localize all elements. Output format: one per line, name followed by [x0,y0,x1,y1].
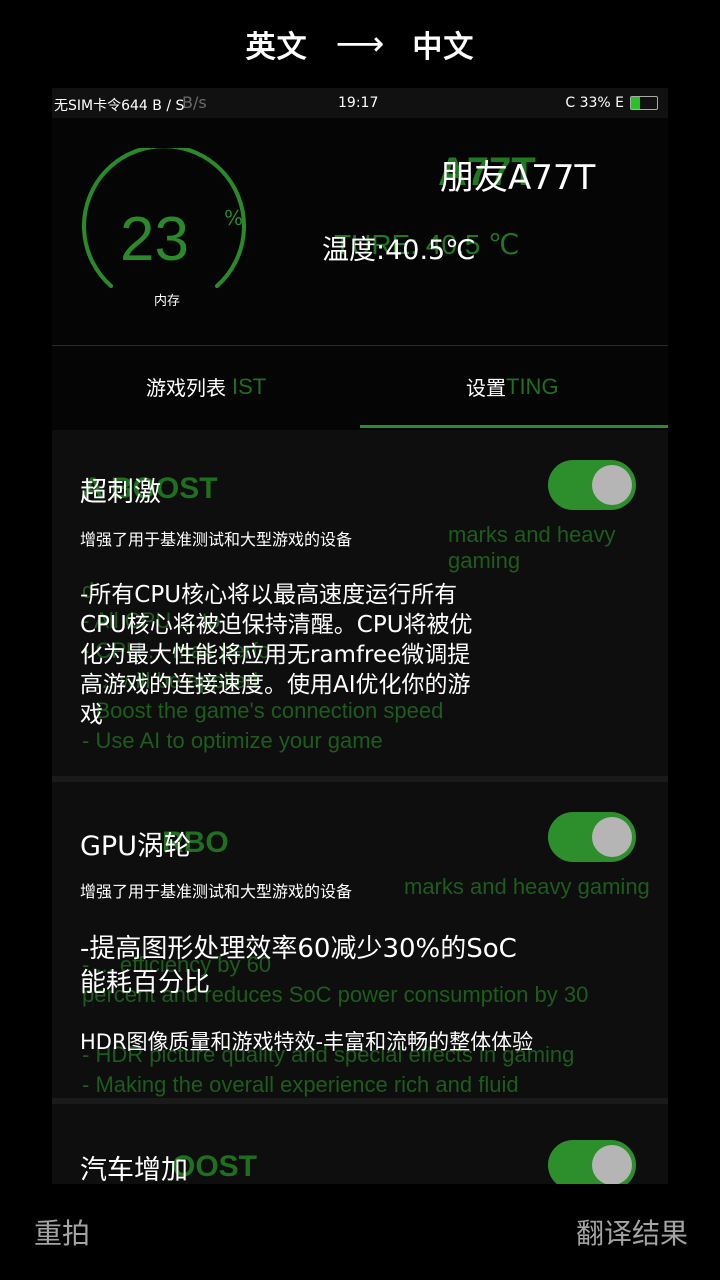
status-ghost-speed: B/s [182,93,207,112]
toggle-knob [592,465,632,505]
tab-settings[interactable]: TING 设置 [360,346,668,428]
setting-card-auto-boost: OOST 汽车增加 [52,1104,668,1184]
card-subtitle: 增强了用于基准测试和大型游戏的设备 [80,882,353,901]
toggle-knob [592,817,632,857]
setting-card-gpu-turbo: RBO GPU涡轮 marks and heavy gaming 增强了用于基准… [52,782,668,1104]
ultra-boost-toggle[interactable] [548,460,636,510]
status-bar: B/s 无SIM卡令644 B / S 19:17 C 33% E [52,88,668,118]
tab-ghost-text: IST [232,374,267,399]
captured-screen: B/s 无SIM卡令644 B / S 19:17 C 33% E 23 % 内… [52,88,668,1184]
memory-percent-value: 23 [120,205,189,274]
status-time: 19:17 [338,95,379,111]
card-subtitle: 增强了用于基准测试和大型游戏的设备 [80,530,353,549]
gpu-turbo-toggle[interactable] [548,812,636,862]
tab-label: 设置 [466,376,506,400]
card-title: 超刺激 [80,477,161,508]
tab-label: 游戏列表 [146,376,226,400]
setting-card-ultra-boost: A BOOST 超刺激 marks and heavy gaming 增强了用于… [52,430,668,782]
card-title: 汽车增加 [80,1155,188,1184]
device-name: 朋友A77T [440,158,596,198]
tab-ghost-text: TING [506,374,559,399]
memory-gauge: 23 % 内存 [76,144,252,309]
card-ghost-subtitle: marks and heavy gaming [404,874,650,899]
status-battery-text: C 33% E [565,95,624,111]
target-language[interactable]: 中文 [412,22,474,66]
status-carrier-speed: 无SIM卡令644 B / S [54,98,185,114]
translation-header: 英文 ⟶ 中文 [0,0,720,88]
translation-result-button[interactable]: 翻译结果 [576,1212,688,1252]
card-ghost-subtitle: marks and heavy gaming [448,522,616,573]
retake-button[interactable]: 重拍 [34,1212,90,1252]
tab-selected-indicator [360,425,668,428]
source-language[interactable]: 英文 [246,22,308,66]
card-title: GPU涡轮 [80,831,191,862]
auto-boost-toggle[interactable] [548,1140,636,1184]
temperature-text: 温度:40.5℃ [322,235,476,266]
tab-game-list[interactable]: IST 游戏列表 [52,346,360,428]
card-description-extra: HDR图像质量和游戏特效-丰富和流畅的整体体验 [80,1030,534,1054]
memory-percent-unit: % [224,206,244,230]
card-description: -所有CPU核心将以最高速度运行所有 CPU核心将被迫保持清醒。CPU将被优 化… [80,582,473,728]
card-description: -提高图形处理效率60减少30%的SoC 能耗百分比 [80,934,517,998]
memory-label: 内存 [154,294,181,309]
battery-icon [630,96,658,110]
toggle-knob [592,1145,632,1184]
arrow-right-icon: ⟶ [335,24,385,64]
